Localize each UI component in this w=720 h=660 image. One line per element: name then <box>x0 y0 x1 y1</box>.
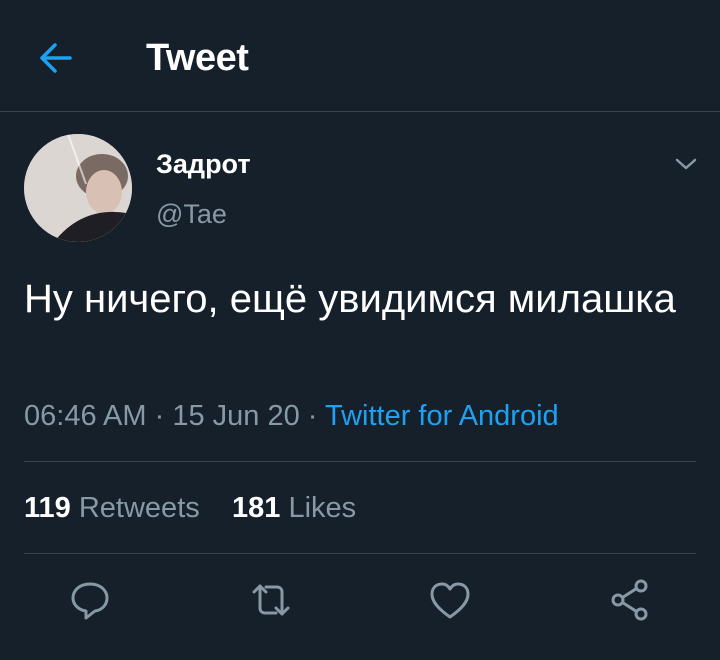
meta-separator: · <box>146 400 173 432</box>
like-icon <box>430 582 470 619</box>
more-options-button[interactable] <box>672 150 700 178</box>
arrow-left-icon <box>40 43 72 73</box>
likes-stat[interactable]: 181 Likes <box>232 492 356 524</box>
divider <box>24 553 696 554</box>
share-icon <box>611 579 648 621</box>
retweets-count: 119 <box>24 492 71 524</box>
author-name[interactable]: Задрот <box>156 146 251 182</box>
tweet-source-link[interactable]: Twitter for Android <box>325 400 559 432</box>
avatar[interactable] <box>24 134 132 242</box>
meta-separator: · <box>299 400 325 432</box>
likes-label: Likes <box>288 492 357 524</box>
tweet-stats: 119 Retweets 181 Likes <box>24 490 356 526</box>
top-bar: Tweet <box>0 0 720 112</box>
reply-button[interactable] <box>65 575 115 625</box>
chevron-down-icon <box>675 158 697 170</box>
divider <box>24 461 696 462</box>
retweet-button[interactable] <box>246 575 296 625</box>
likes-count: 181 <box>231 492 281 524</box>
retweets-stat[interactable]: 119 Retweets <box>24 492 200 524</box>
avatar-image <box>24 134 132 242</box>
retweets-label: Retweets <box>78 492 200 524</box>
tweet-date: 15 Jun 20 <box>172 400 300 432</box>
tweet-meta: 06:46 AM · 15 Jun 20 · Twitter for Andro… <box>24 398 559 434</box>
back-button[interactable] <box>34 36 78 80</box>
tweet-time: 06:46 AM <box>24 400 147 432</box>
tweet-actions <box>0 575 720 625</box>
reply-icon <box>71 582 109 620</box>
share-button[interactable] <box>606 575 656 625</box>
retweet-icon <box>252 584 290 616</box>
tweet-text: Ну ничего, ещё увидимся милашка <box>24 277 676 321</box>
page-title: Tweet <box>146 37 249 79</box>
like-button[interactable] <box>425 575 475 625</box>
author-handle[interactable]: @Tae <box>156 196 227 232</box>
